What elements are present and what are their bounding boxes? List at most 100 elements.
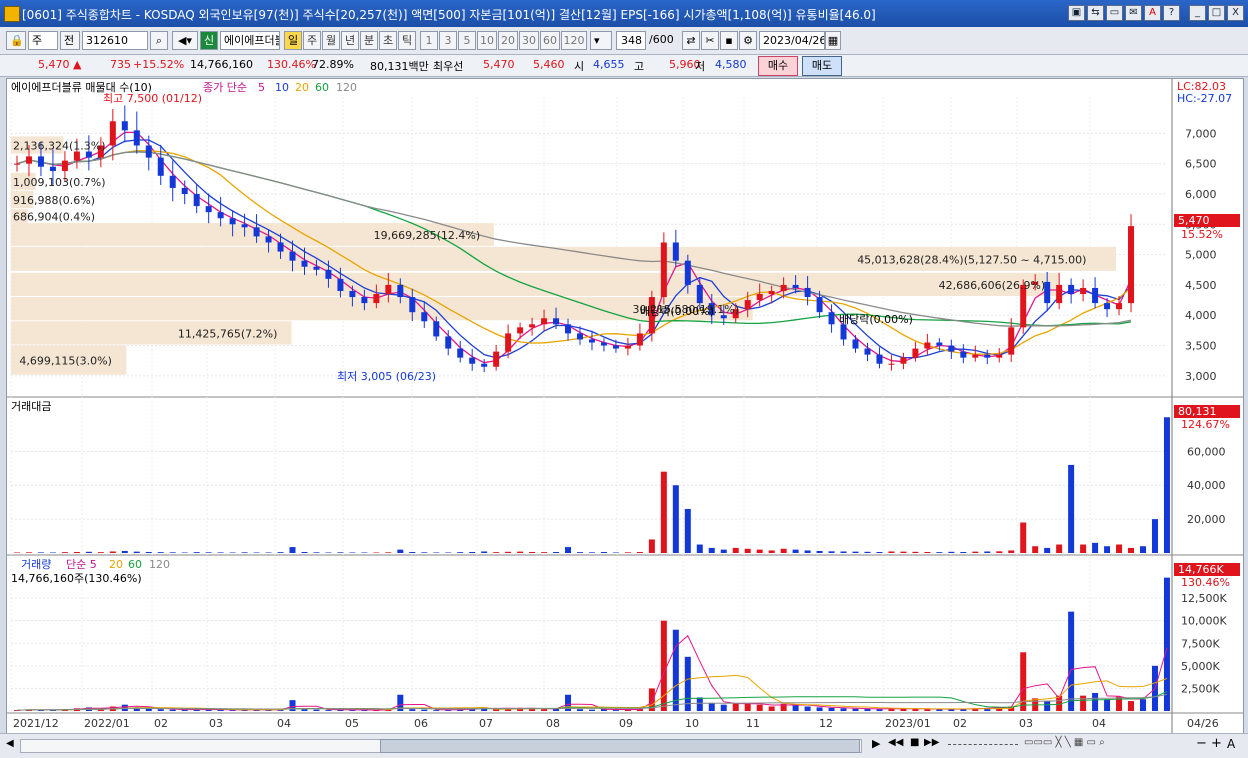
volume-bar <box>301 709 308 711</box>
scroll-play-button[interactable]: ▶ <box>872 737 880 750</box>
close-button[interactable]: X <box>1227 5 1244 21</box>
volume-bar <box>732 702 739 711</box>
price-change: 735 <box>110 58 131 71</box>
period-second[interactable]: 초 <box>379 31 397 50</box>
candle <box>744 300 751 310</box>
minimize-button[interactable]: _ <box>1189 5 1206 21</box>
prev-button[interactable]: 전 <box>60 31 80 50</box>
amount-bar <box>109 551 116 553</box>
date-tick-label: 12 <box>819 717 833 730</box>
interval-60[interactable]: 60 <box>540 31 560 50</box>
amount-bar <box>924 551 931 553</box>
candle <box>337 278 344 291</box>
low-price: 4,580 <box>715 58 747 71</box>
amount-bar <box>732 547 739 553</box>
tools-icon[interactable]: ✂ <box>701 31 719 50</box>
candle <box>421 312 428 322</box>
speaker-icon[interactable]: ◀▾ <box>172 31 198 50</box>
candle <box>445 336 452 349</box>
help-button[interactable]: ? <box>1163 5 1180 21</box>
buy-button[interactable]: 매수 <box>758 56 798 76</box>
search-icon[interactable]: ⌕ <box>150 31 168 50</box>
candle <box>972 354 979 358</box>
settings-icon[interactable]: ⚙ <box>739 31 757 50</box>
amount-bar <box>577 552 583 553</box>
alert-button[interactable]: A <box>1144 5 1161 21</box>
candle <box>73 151 80 161</box>
candle <box>984 354 991 358</box>
market-select[interactable]: 주 <box>28 31 58 50</box>
swap-icon[interactable]: ⇄ <box>682 31 700 50</box>
amount-bar <box>840 551 847 553</box>
interval-3[interactable]: 3 <box>439 31 457 50</box>
lock-icon[interactable]: 🔒 <box>6 31 26 50</box>
interval-1[interactable]: 1 <box>420 31 438 50</box>
interval-30[interactable]: 30 <box>519 31 539 50</box>
candle <box>996 354 1003 358</box>
ma-legend-60: 60 <box>315 81 329 94</box>
period-tick[interactable]: 틱 <box>398 31 416 50</box>
candle <box>936 342 943 346</box>
period-weekly[interactable]: 주 <box>303 31 321 50</box>
amount-bar <box>25 552 32 553</box>
amount-bar <box>325 552 332 553</box>
amount-bar <box>469 551 476 553</box>
interval-5[interactable]: 5 <box>458 31 476 50</box>
auto-scale-button[interactable]: A <box>1227 737 1235 751</box>
candle <box>289 251 296 261</box>
period-yearly[interactable]: 년 <box>341 31 359 50</box>
amount-bar <box>984 551 991 553</box>
amount-bar <box>876 551 883 553</box>
window-button-2[interactable]: ⇆ <box>1087 5 1104 21</box>
scroll-left-icon[interactable]: ◀ <box>6 738 18 752</box>
zoom-out-button[interactable]: − <box>1196 736 1207 751</box>
save-icon[interactable]: ▪ <box>720 31 738 50</box>
stock-code-input[interactable]: 312610 <box>82 31 148 50</box>
date-input[interactable]: 2023/04/26 <box>759 31 825 50</box>
zoom-in-button[interactable]: + <box>1211 736 1222 751</box>
interval-dropdown[interactable]: ▾ <box>590 31 612 50</box>
calendar-icon[interactable]: ▦ <box>825 31 841 50</box>
ma-legend-5: 5 <box>258 81 265 94</box>
volume-legend-prefix: 단순 5 <box>66 558 97 571</box>
amount-bar <box>409 551 416 553</box>
line-style-selector[interactable] <box>948 744 1018 746</box>
amount-bar <box>696 544 703 553</box>
mail-button[interactable]: ✉ <box>1125 5 1142 21</box>
scroll-forward-button[interactable]: ▶▶ <box>924 737 939 748</box>
period-minute[interactable]: 분 <box>360 31 378 50</box>
amount-bar <box>433 552 440 553</box>
amount-bar <box>780 548 787 553</box>
candle <box>325 269 332 279</box>
interval-10[interactable]: 10 <box>477 31 497 50</box>
interval-20[interactable]: 20 <box>498 31 518 50</box>
amount-tick-label: 20,000 <box>1187 513 1226 526</box>
scroll-thumb[interactable] <box>380 739 860 753</box>
candle <box>109 121 116 146</box>
open-price: 4,655 <box>593 58 625 71</box>
scroll-rewind-button[interactable]: ◀◀ <box>888 737 903 748</box>
scroll-stop-button[interactable]: ■ <box>910 737 919 748</box>
window-button-1[interactable]: ▣ <box>1068 5 1085 21</box>
window-button-3[interactable]: ▭ <box>1106 5 1123 21</box>
chart-area[interactable]: 3,0003,5004,0004,5005,0005,5006,0006,500… <box>6 78 1244 734</box>
current-price: 5,470 <box>38 58 70 71</box>
volume-bar <box>936 709 943 711</box>
candle <box>277 242 284 252</box>
period-daily[interactable]: 일 <box>284 31 302 50</box>
volume-bar <box>541 709 548 711</box>
amount-bar <box>37 552 44 553</box>
bar-count-input[interactable]: 348 <box>616 31 646 50</box>
bottom-toolbar: ◀ ▶ ◀◀ ■ ▶▶ ▭▭▭ ╳ ╲ ▦ ▭ ⌕ − + A <box>0 733 1248 758</box>
candle <box>313 266 320 270</box>
chart-canvas[interactable]: 3,0003,5004,0004,5005,0005,5006,0006,500… <box>7 79 1243 733</box>
candle <box>14 163 20 165</box>
sell-button[interactable]: 매도 <box>802 56 842 76</box>
volume-bar <box>577 709 583 711</box>
interval-120[interactable]: 120 <box>561 31 587 50</box>
amount-bar <box>1128 547 1135 553</box>
period-monthly[interactable]: 월 <box>322 31 340 50</box>
drawing-tools-icon[interactable]: ▭▭▭ ╳ ╲ ▦ ▭ ⌕ <box>1024 737 1105 748</box>
maximize-button[interactable]: □ <box>1208 5 1225 21</box>
amount-bar <box>73 551 80 553</box>
